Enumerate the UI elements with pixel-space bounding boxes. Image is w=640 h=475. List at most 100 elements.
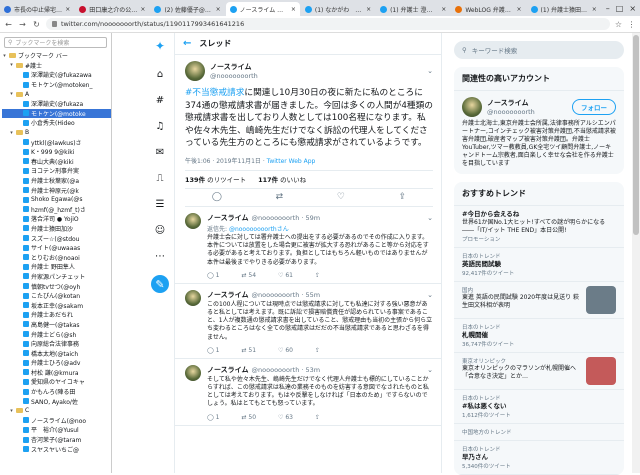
trend-item[interactable]: 国内 東進 英語の民間試験 2020年度は見送り 萩生田文科相が表明 (454, 282, 624, 319)
scrollbar-thumb[interactable] (633, 35, 639, 235)
bookmark-item[interactable]: 深澤諭史(@fukazawa (2, 70, 111, 80)
bookmark-item[interactable]: ヨコテン刑事弁実 (2, 166, 111, 176)
tweet-source[interactable]: Twitter Web App (267, 158, 316, 165)
trend-item[interactable]: 中国地方のトレンド (454, 424, 624, 441)
bookmark-item[interactable]: スヤスヤいちご@ (2, 444, 111, 454)
chevron-down-icon[interactable]: ⌄ (427, 214, 433, 222)
bookmark-item[interactable]: 春山大典(@kiki (2, 157, 111, 167)
avatar[interactable] (185, 289, 201, 306)
tab-0[interactable]: 市長の中止帰宅でおれ…× (0, 2, 74, 16)
tab-close-icon[interactable]: × (65, 6, 70, 13)
reply-author-name[interactable]: ノースライム (207, 365, 249, 375)
bookmark-item[interactable]: 坂本正幸(@sakam (2, 300, 111, 310)
share-icon[interactable]: ⇪ (399, 192, 407, 202)
author-name[interactable]: ノースライム (210, 62, 258, 72)
trend-thumbnail[interactable] (586, 357, 616, 385)
bookmark-item[interactable]: 杏河茉子(@taram (2, 435, 111, 445)
tab-5[interactable]: (1) 弁護士 澄川 雄…× (376, 2, 450, 16)
bookmark-item[interactable]: 落合洋司 ● YojiO (2, 214, 111, 224)
reply-icon[interactable]: ◯ (212, 192, 222, 202)
back-icon[interactable]: ← (4, 20, 13, 29)
trend-item[interactable]: #今日から会えるね 世界61か国No.1大ヒット!すべての謎が明らかになる――「I… (454, 206, 624, 248)
bookmark-item[interactable]: 弁護士ひろ(@adv (2, 358, 111, 368)
like-count[interactable]: 117件 のいいね (258, 174, 306, 184)
bookmark-item[interactable]: サイト(@uwaaas (2, 243, 111, 253)
bookmark-star-icon[interactable]: ☆ (615, 20, 622, 29)
avatar[interactable] (185, 212, 201, 229)
follow-button[interactable]: フォロー (572, 99, 616, 115)
bookmark-folder[interactable]: ▾ C (2, 406, 111, 416)
tab-4[interactable]: (1) なかがわ もっ…× (301, 2, 375, 16)
like-icon[interactable]: ♡ 60 (278, 347, 293, 354)
retweet-icon[interactable]: ⇄ (276, 192, 284, 202)
reply-icon[interactable]: ◯ 1 (207, 414, 219, 421)
tab-close-icon[interactable]: × (366, 6, 371, 13)
close-window-icon[interactable]: × (629, 4, 636, 13)
maximize-icon[interactable]: □ (616, 4, 624, 13)
retweet-icon[interactable]: ⇄ 50 (241, 414, 256, 421)
bookmark-item[interactable]: 高島健一(@takas (2, 320, 111, 330)
trend-item[interactable]: 日本のトレンド 早乃さん 5,340件のツイート (454, 441, 624, 475)
trend-item[interactable]: 日本のトレンド 札幌開催 36,747件のツイート (454, 319, 624, 353)
trend-name[interactable]: 英語民間試験 (462, 260, 616, 269)
expand-icon[interactable]: ▾ (9, 91, 14, 97)
bookmark-item[interactable]: K・999 9@kiki (2, 147, 111, 157)
tab-close-icon[interactable]: × (441, 6, 446, 13)
trend-thumbnail[interactable] (586, 286, 616, 314)
reply-author-name[interactable]: ノースライム (207, 213, 249, 223)
bookmark-item[interactable]: 弁護士秋葉家(@a (2, 176, 111, 186)
tab-close-icon[interactable]: × (291, 6, 296, 13)
bookmarks-icon[interactable]: ⎍ (153, 171, 167, 185)
reload-icon[interactable]: ↻ (32, 20, 41, 29)
bookmark-item[interactable]: SANO, Ayako/佐 (2, 396, 111, 406)
tab-6[interactable]: WebLOG 弁護士… × (451, 2, 525, 16)
reply-handle[interactable]: @nooooooorth · 53m (252, 366, 321, 374)
author-handle[interactable]: @nooooooorth (210, 72, 258, 80)
expand-icon[interactable]: ▾ (9, 62, 14, 68)
tab-2[interactable]: (2) 佐藤優子@ウィ… × (150, 2, 224, 16)
reply-tweet[interactable]: ノースライム @nooooooorth · 59m ⌄ 返信先: @noooooooo… (175, 207, 441, 284)
bookmark-item[interactable]: hzmf(@_hzmf_t)さ (2, 205, 111, 215)
tab-3[interactable]: ノースライム さんはTwit…× (225, 2, 300, 16)
reply-tweet[interactable]: ノースライム @nooooooorth · 55m ⌄ この100人程については現時点… (175, 284, 441, 359)
explore-icon[interactable]: # (153, 93, 167, 107)
url-field[interactable]: twitter.com/nooooooorth/status/119011799… (46, 18, 610, 30)
like-icon[interactable]: ♡ 63 (278, 414, 293, 421)
retweet-icon[interactable]: ⇄ 51 (241, 347, 256, 354)
notifications-icon[interactable]: ♫ (153, 119, 167, 133)
like-icon[interactable]: ♡ 61 (278, 272, 293, 279)
profile-icon[interactable]: ☺ (153, 223, 167, 237)
bookmark-item[interactable]: 弁護士神原元(@k (2, 185, 111, 195)
menu-icon[interactable]: ⋮ (627, 20, 636, 29)
tab-close-icon[interactable]: × (517, 6, 522, 13)
bookmark-item[interactable]: 深澤諭史(@fukaza (2, 99, 111, 109)
lists-icon[interactable]: ☰ (153, 197, 167, 211)
trend-name[interactable]: 札幌開催 (462, 331, 616, 340)
bookmark-item[interactable]: 慎朝tvせつ(@oyh (2, 281, 111, 291)
bookmark-item[interactable]: 弁護士どら(@sh (2, 329, 111, 339)
bookmark-item[interactable]: とりむお(@noaoi (2, 252, 111, 262)
bookmark-item[interactable]: 小倉秀夫(Hideo (2, 118, 111, 128)
bookmark-folder[interactable]: ▾ A (2, 89, 111, 99)
reply-author-name[interactable]: ノースライム (207, 290, 249, 300)
trend-item[interactable]: 日本のトレンド 英語民間試験 92,417件のツイート (454, 248, 624, 282)
share-icon[interactable]: ⇪ (315, 347, 320, 354)
bookmark-item[interactable]: モトケン(@motoken_ (2, 80, 111, 90)
tab-7[interactable]: (1) 弁護士猿田加… × (527, 2, 601, 16)
reply-icon[interactable]: ◯ 1 (207, 272, 219, 279)
reply-handle[interactable]: @nooooooorth · 59m (252, 214, 321, 222)
share-icon[interactable]: ⇪ (315, 272, 320, 279)
tab-close-icon[interactable]: × (592, 6, 597, 13)
trend-item[interactable]: 東京オリンピック 東京オリンピックのマラソンが札幌開催へ「合意なき決定」とか… (454, 353, 624, 390)
retweet-icon[interactable]: ⇄ 54 (241, 272, 256, 279)
chevron-down-icon[interactable]: ⌄ (427, 366, 433, 374)
bookmark-item[interactable]: スズー☆(@stdou (2, 233, 111, 243)
minimize-icon[interactable]: – (606, 4, 610, 13)
trend-name[interactable]: #私は悪くない (462, 402, 616, 411)
home-icon[interactable]: ⌂ (153, 67, 167, 81)
tab-close-icon[interactable]: × (140, 6, 145, 13)
expand-icon[interactable]: ▾ (9, 130, 14, 136)
forward-icon[interactable]: → (18, 20, 27, 29)
trend-name[interactable]: 早乃さん (462, 453, 616, 462)
bookmark-item[interactable]: こたぴん(@kotan (2, 291, 111, 301)
